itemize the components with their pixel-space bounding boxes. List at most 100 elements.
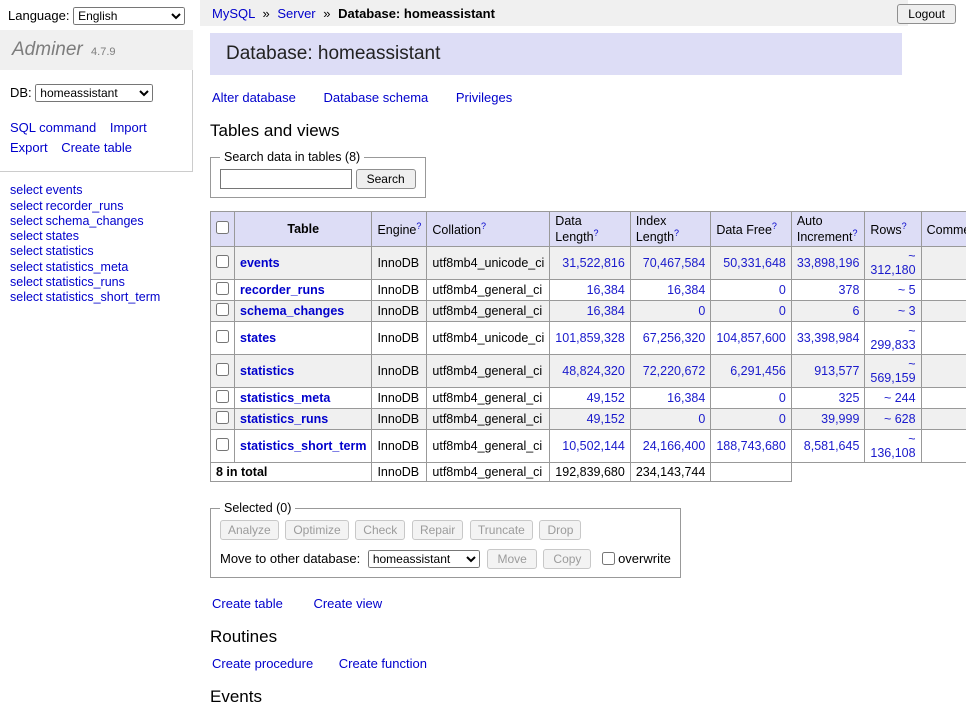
sidebar-link-create-table[interactable]: Create table [61,140,132,155]
row-checkbox[interactable] [216,411,229,424]
index-length-link[interactable]: 0 [698,412,705,426]
rows-count-link[interactable]: ~ 312,180 [870,249,915,277]
select-link[interactable]: select [10,260,43,274]
rows-count-link[interactable]: ~ 5 [898,283,916,297]
create-procedure-link[interactable]: Create procedure [212,656,313,671]
sidebar-link-sql-command[interactable]: SQL command [10,120,96,135]
move-button[interactable]: Move [487,549,536,569]
table-name-link[interactable]: schema_changes [240,304,344,318]
table-name-link[interactable]: statistics_runs [240,412,328,426]
table-name-link[interactable]: statistics_short_term [240,439,366,453]
truncate-button[interactable]: Truncate [470,520,533,540]
row-checkbox[interactable] [216,390,229,403]
move-db-select[interactable]: homeassistant [368,550,480,568]
table-link[interactable]: events [46,183,83,197]
index-length-link[interactable]: 70,467,584 [643,256,706,270]
auto-increment-link[interactable]: 8,581,645 [804,439,860,453]
row-checkbox[interactable] [216,303,229,316]
breadcrumb-link-server[interactable]: Server [277,6,315,21]
data-free-link[interactable]: 0 [779,283,786,297]
privileges-link[interactable]: Privileges [456,90,512,105]
app-name[interactable]: Adminer [12,39,83,60]
help-link[interactable]: ? [674,228,679,238]
data-free-link[interactable]: 0 [779,412,786,426]
rows-count-link[interactable]: ~ 244 [884,391,916,405]
table-link[interactable]: schema_changes [46,214,144,228]
auto-increment-link[interactable]: 39,999 [821,412,859,426]
help-link[interactable]: ? [416,221,421,231]
select-link[interactable]: select [10,214,43,228]
index-length-link[interactable]: 72,220,672 [643,364,706,378]
rows-count-link[interactable]: ~ 569,159 [870,357,915,385]
table-name-link[interactable]: events [240,256,280,270]
drop-button[interactable]: Drop [539,520,581,540]
index-length-link[interactable]: 16,384 [667,283,705,297]
data-length-link[interactable]: 10,502,144 [562,439,625,453]
select-link[interactable]: select [10,244,43,258]
analyze-button[interactable]: Analyze [220,520,279,540]
copy-button[interactable]: Copy [543,549,591,569]
rows-count-link[interactable]: ~ 136,108 [870,432,915,460]
search-input[interactable] [220,169,352,189]
rows-count-link[interactable]: ~ 3 [898,304,916,318]
create-view-link[interactable]: Create view [313,596,382,611]
rows-count-link[interactable]: ~ 628 [884,412,916,426]
select-link[interactable]: select [10,275,43,289]
help-link[interactable]: ? [481,221,486,231]
auto-increment-link[interactable]: 325 [839,391,860,405]
help-link[interactable]: ? [772,221,777,231]
row-checkbox[interactable] [216,282,229,295]
index-length-link[interactable]: 67,256,320 [643,331,706,345]
data-length-link[interactable]: 16,384 [587,283,625,297]
help-link[interactable]: ? [852,228,857,238]
row-checkbox[interactable] [216,330,229,343]
db-select[interactable]: homeassistant [35,84,153,102]
table-link[interactable]: recorder_runs [46,199,124,213]
index-length-link[interactable]: 0 [698,304,705,318]
select-link[interactable]: select [10,199,43,213]
data-length-link[interactable]: 31,522,816 [562,256,625,270]
select-all-checkbox[interactable] [216,221,229,234]
help-link[interactable]: ? [594,228,599,238]
index-length-link[interactable]: 16,384 [667,391,705,405]
sidebar-link-export[interactable]: Export [10,140,48,155]
auto-increment-link[interactable]: 33,398,984 [797,331,860,345]
auto-increment-link[interactable]: 6 [852,304,859,318]
create-table-link[interactable]: Create table [212,596,283,611]
table-link[interactable]: statistics_short_term [46,290,161,304]
data-free-link[interactable]: 188,743,680 [716,439,786,453]
data-length-link[interactable]: 16,384 [587,304,625,318]
breadcrumb-link-mysql[interactable]: MySQL [212,6,255,21]
data-free-link[interactable]: 104,857,600 [716,331,786,345]
select-link[interactable]: select [10,290,43,304]
repair-button[interactable]: Repair [412,520,463,540]
table-name-link[interactable]: recorder_runs [240,283,325,297]
table-link[interactable]: statistics_runs [46,275,125,289]
table-link[interactable]: states [46,229,79,243]
table-name-link[interactable]: statistics_meta [240,391,330,405]
auto-increment-link[interactable]: 378 [839,283,860,297]
sidebar-link-import[interactable]: Import [110,120,147,135]
auto-increment-link[interactable]: 913,577 [814,364,859,378]
data-free-link[interactable]: 50,331,648 [723,256,786,270]
table-name-link[interactable]: states [240,331,276,345]
language-select[interactable]: English [73,7,185,25]
check-button[interactable]: Check [355,520,405,540]
create-function-link[interactable]: Create function [339,656,427,671]
data-length-link[interactable]: 49,152 [587,412,625,426]
table-link[interactable]: statistics_meta [46,260,129,274]
select-link[interactable]: select [10,183,43,197]
alter-database-link[interactable]: Alter database [212,90,296,105]
row-checkbox[interactable] [216,438,229,451]
data-length-link[interactable]: 48,824,320 [562,364,625,378]
logout-button[interactable]: Logout [897,4,956,24]
overwrite-checkbox[interactable] [602,552,615,565]
database-schema-link[interactable]: Database schema [323,90,428,105]
help-link[interactable]: ? [902,221,907,231]
data-length-link[interactable]: 101,859,328 [555,331,625,345]
row-checkbox[interactable] [216,255,229,268]
data-free-link[interactable]: 0 [779,391,786,405]
data-length-link[interactable]: 49,152 [587,391,625,405]
row-checkbox[interactable] [216,363,229,376]
table-link[interactable]: statistics [46,244,94,258]
